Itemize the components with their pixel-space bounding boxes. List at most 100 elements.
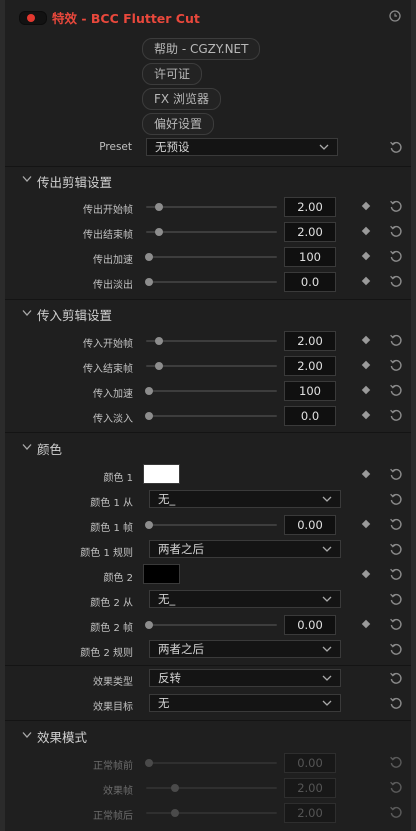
color1-from-dropdown[interactable]: 无_	[149, 490, 341, 508]
keyframe-diamond-icon[interactable]	[361, 201, 371, 211]
out-param-1-slider-track[interactable]	[146, 206, 277, 208]
transition-out-section-title[interactable]: 传出剪辑设置	[37, 172, 112, 191]
chevron-down-icon	[322, 596, 332, 602]
mode-param-1-slider-thumb[interactable]	[145, 759, 153, 767]
color1-frame-value-field[interactable]: 0.00	[284, 515, 336, 535]
in-param-2-value-field[interactable]: 2.00	[284, 356, 336, 376]
effect-target-reset-icon[interactable]	[389, 696, 403, 710]
out-param-2-slider-thumb[interactable]	[155, 228, 164, 236]
in-param-2-slider-track[interactable]	[146, 365, 277, 367]
keyframe-diamond-icon[interactable]	[361, 469, 371, 479]
in-param-3-value-field[interactable]: 100	[284, 381, 336, 401]
keyframe-diamond-icon[interactable]	[361, 519, 371, 529]
out-param-3-value-field[interactable]: 100	[284, 247, 336, 267]
transition-in-section-title[interactable]: 传入剪辑设置	[37, 305, 112, 324]
in-param-1-slider-thumb[interactable]	[155, 337, 164, 345]
effect-type-dropdown[interactable]: 反转	[149, 669, 341, 687]
color2-rule-reset-icon[interactable]	[389, 642, 403, 656]
color2-rule-dropdown[interactable]: 两者之后	[149, 640, 341, 658]
in-param-3-reset-icon[interactable]	[389, 383, 403, 397]
mode-param-3-reset-icon[interactable]	[389, 805, 403, 819]
out-param-1-reset-icon[interactable]	[389, 199, 403, 213]
mode-param-3-slider-thumb[interactable]	[171, 809, 180, 817]
color2-reset-icon[interactable]	[389, 567, 403, 581]
mode-param-2-reset-icon[interactable]	[389, 780, 403, 794]
license-button[interactable]: 许可证	[142, 63, 203, 85]
section-collapse-chevron-icon[interactable]	[22, 175, 32, 183]
mode-param-2-value-field[interactable]: 2.00	[284, 778, 336, 798]
mode-param-2-slider-track[interactable]	[146, 787, 277, 789]
in-param-2-reset-icon[interactable]	[389, 358, 403, 372]
color2-from-reset-icon[interactable]	[389, 592, 403, 606]
in-param-4-reset-icon[interactable]	[389, 408, 403, 422]
color1-from-value: 无_	[158, 492, 176, 506]
out-param-4-slider-track[interactable]	[146, 281, 277, 283]
keyframe-diamond-icon[interactable]	[361, 276, 371, 286]
in-param-3-slider-thumb[interactable]	[145, 387, 153, 395]
mode-param-3-slider-track[interactable]	[146, 812, 277, 814]
chevron-down-icon	[322, 646, 332, 652]
effect-enable-toggle[interactable]	[19, 11, 47, 25]
color1-frame-slider-track[interactable]	[146, 524, 277, 526]
keyframe-diamond-icon[interactable]	[361, 226, 371, 236]
color1-rule-dropdown[interactable]: 两者之后	[149, 540, 341, 558]
out-param-4-reset-icon[interactable]	[389, 274, 403, 288]
color2-frame-value-field[interactable]: 0.00	[284, 615, 336, 635]
color2-swatch[interactable]	[143, 564, 180, 584]
reset-all-icon[interactable]	[388, 9, 402, 23]
color1-frame-slider-thumb[interactable]	[145, 521, 153, 529]
keyframe-diamond-icon[interactable]	[361, 619, 371, 629]
in-param-1-value-field[interactable]: 2.00	[284, 331, 336, 351]
keyframe-diamond-icon[interactable]	[361, 410, 371, 420]
keyframe-diamond-icon[interactable]	[361, 569, 371, 579]
out-param-4-value-field[interactable]: 0.0	[284, 272, 336, 292]
color2-frame-slider-thumb[interactable]	[145, 621, 153, 629]
preferences-button[interactable]: 偏好设置	[142, 113, 215, 135]
keyframe-diamond-icon[interactable]	[361, 385, 371, 395]
color-section-title[interactable]: 颜色	[37, 439, 62, 458]
keyframe-diamond-icon[interactable]	[361, 335, 371, 345]
effect-target-dropdown[interactable]: 无	[149, 694, 341, 712]
help-button[interactable]: 帮助 - CGZY.NET	[142, 38, 261, 60]
color1-from-reset-icon[interactable]	[389, 492, 403, 506]
section-collapse-chevron-icon[interactable]	[22, 309, 32, 317]
out-param-4-slider-thumb[interactable]	[145, 278, 153, 286]
keyframe-diamond-icon[interactable]	[361, 360, 371, 370]
preset-dropdown[interactable]: 无预设	[146, 138, 338, 156]
in-param-4-slider-track[interactable]	[146, 415, 277, 417]
effect-type-reset-icon[interactable]	[389, 671, 403, 685]
color1-swatch[interactable]	[143, 464, 180, 484]
fx-browser-button[interactable]: FX 浏览器	[142, 88, 221, 110]
color2-frame-reset-icon[interactable]	[389, 617, 403, 631]
keyframe-diamond-icon[interactable]	[361, 251, 371, 261]
effect-mode-section-title[interactable]: 效果模式	[37, 727, 87, 746]
out-param-2-value-field[interactable]: 2.00	[284, 222, 336, 242]
section-collapse-chevron-icon[interactable]	[22, 443, 32, 451]
mode-param-1-reset-icon[interactable]	[389, 755, 403, 769]
out-param-2-slider-track[interactable]	[146, 231, 277, 233]
mode-param-1-value-field[interactable]: 0.00	[284, 753, 336, 773]
section-collapse-chevron-icon[interactable]	[22, 731, 32, 739]
color1-rule-reset-icon[interactable]	[389, 542, 403, 556]
effect-header: 特效 - BCC Flutter Cut	[5, 0, 411, 32]
in-param-4-value-field[interactable]: 0.0	[284, 406, 336, 426]
in-param-2-slider-thumb[interactable]	[155, 362, 164, 370]
color2-frame-slider-track[interactable]	[146, 624, 277, 626]
out-param-1-slider-thumb[interactable]	[155, 203, 164, 211]
color1-frame-reset-icon[interactable]	[389, 517, 403, 531]
mode-param-3-value-field[interactable]: 2.00	[284, 803, 336, 823]
out-param-1-value-field[interactable]: 2.00	[284, 197, 336, 217]
mode-param-2-slider-thumb[interactable]	[171, 784, 180, 792]
in-param-1-reset-icon[interactable]	[389, 333, 403, 347]
out-param-3-slider-thumb[interactable]	[145, 253, 153, 261]
out-param-2-reset-icon[interactable]	[389, 224, 403, 238]
out-param-3-slider-track[interactable]	[146, 256, 277, 258]
in-param-1-slider-track[interactable]	[146, 340, 277, 342]
in-param-4-slider-thumb[interactable]	[145, 412, 153, 420]
color2-from-dropdown[interactable]: 无_	[149, 590, 341, 608]
in-param-3-slider-track[interactable]	[146, 390, 277, 392]
out-param-3-reset-icon[interactable]	[389, 249, 403, 263]
color1-reset-icon[interactable]	[389, 467, 403, 481]
mode-param-1-slider-track[interactable]	[146, 762, 277, 764]
preset-reset-icon[interactable]	[389, 140, 403, 154]
